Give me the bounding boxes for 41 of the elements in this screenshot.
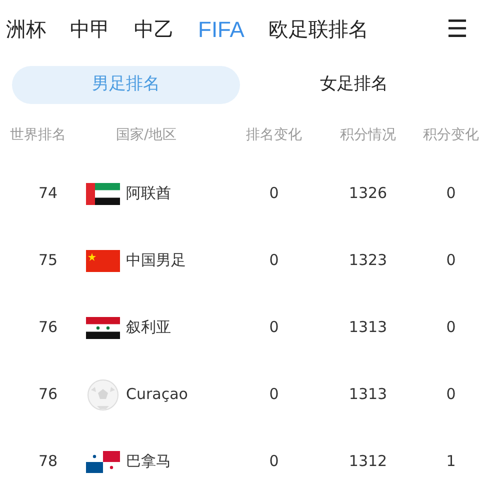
segment-tab[interactable]: 女足排名 (240, 66, 468, 104)
rank-change-cell-text: 0 (268, 384, 280, 406)
nav-tab[interactable]: 洲杯 (6, 14, 46, 44)
points-cell-text: 1313 (348, 317, 388, 338)
points-change-cell-text: 0 (445, 384, 457, 406)
flag-icon (86, 182, 120, 204)
country-name: 中国男足 (126, 250, 186, 272)
country-name: 阿联酋 (126, 183, 171, 204)
points-change-cell-text: 0 (445, 183, 457, 204)
column-header: 世界排名 (10, 126, 67, 144)
rank-cell-text: 74 (37, 183, 59, 204)
ball-icon (86, 378, 120, 412)
nav-tab[interactable]: 中甲 (70, 14, 110, 44)
country-name: Curaçao (126, 384, 188, 406)
rank-change-cell-text: 0 (268, 250, 280, 272)
flag-icon (86, 250, 120, 272)
rank-cell-text: 75 (37, 250, 59, 272)
flag-icon (86, 316, 120, 338)
nav-tab[interactable]: 欧足联排名 (268, 14, 368, 44)
points-change-cell-text: 0 (445, 317, 457, 338)
rank-cell-text: 78 (37, 451, 59, 472)
column-header: 排名变化 (245, 126, 303, 144)
column-header: 积分情况 (339, 126, 397, 144)
country-name: 巴拿马 (126, 451, 171, 472)
rank-change-cell-text: 0 (268, 183, 280, 204)
country-name: 叙利亚 (126, 317, 171, 338)
column-header: 积分变化 (422, 126, 480, 144)
rank-change-cell-text: 0 (268, 451, 280, 472)
nav-tab[interactable]: 中乙 (134, 14, 174, 44)
points-change-cell-text: 1 (445, 451, 457, 472)
points-cell-text: 1313 (348, 384, 388, 406)
points-cell-text: 1326 (348, 183, 388, 204)
rank-cell-text: 76 (37, 384, 59, 406)
column-header: 国家/地区 (115, 126, 178, 144)
points-cell-text: 1312 (348, 451, 388, 472)
points-cell-text: 1323 (348, 250, 388, 272)
rank-change-cell-text: 0 (268, 317, 280, 338)
rank-cell-text: 76 (37, 317, 59, 338)
menu-button[interactable]: ☰ (438, 11, 468, 47)
points-change-cell-text: 0 (445, 250, 457, 272)
flag-icon (86, 450, 120, 472)
